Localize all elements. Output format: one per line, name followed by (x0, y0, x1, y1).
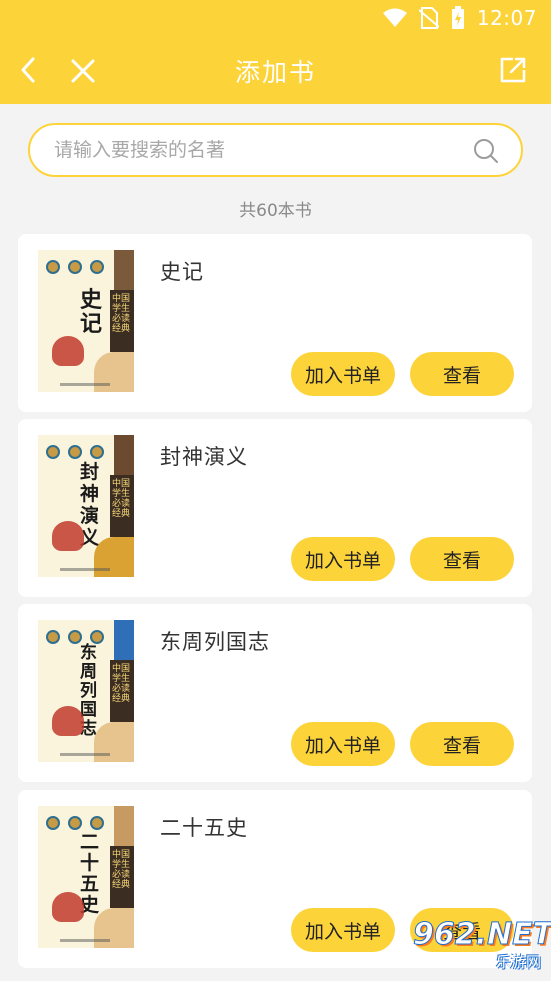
cover-publisher-line (60, 939, 110, 942)
add-to-list-button[interactable]: 加入书单 (291, 537, 395, 581)
book-card: 中国学生必读经典 东周列国志 东周列国志 加入书单 查看 (18, 604, 532, 782)
add-to-list-button[interactable]: 加入书单 (291, 908, 395, 952)
cover-band: 中国学生必读经典 (110, 846, 134, 908)
chevron-left-icon (21, 57, 35, 83)
cover-illustration (52, 706, 84, 736)
cover-portraits (46, 260, 104, 274)
book-title[interactable]: 封神演义 (160, 441, 248, 471)
view-button[interactable]: 查看 (410, 722, 514, 766)
share-button[interactable] (497, 54, 529, 86)
book-card: 中国学生必读经典 史记 史记 加入书单 查看 (18, 234, 532, 412)
watermark-subtitle: 乐游网 (495, 953, 541, 971)
book-cover[interactable]: 中国学生必读经典 东周列国志 (38, 620, 134, 762)
wifi-icon (382, 8, 407, 27)
cover-cloud (94, 352, 134, 392)
no-sim-icon (418, 7, 439, 29)
cover-band-text: 中国学生必读经典 (112, 850, 131, 890)
close-button[interactable] (66, 54, 100, 88)
watermark-logo: 962.NET (412, 917, 551, 953)
book-cover[interactable]: 中国学生必读经典 封神演义 (38, 435, 134, 577)
cover-publisher-line (60, 568, 110, 571)
status-time: 12:07 (476, 6, 537, 30)
cover-publisher-line (60, 383, 110, 386)
cover-illustration (52, 336, 84, 366)
back-button[interactable] (12, 54, 44, 86)
add-to-list-button[interactable]: 加入书单 (291, 352, 395, 396)
book-card: 中国学生必读经典 封神演义 封神演义 加入书单 查看 (18, 419, 532, 597)
book-title[interactable]: 二十五史 (160, 812, 248, 842)
add-to-list-button[interactable]: 加入书单 (291, 722, 395, 766)
cover-publisher-line (60, 753, 110, 756)
cover-portraits (46, 816, 104, 830)
share-icon (500, 57, 526, 83)
status-bar: 12:07 (382, 6, 537, 30)
cover-cloud (94, 722, 134, 762)
book-cover[interactable]: 中国学生必读经典 史记 (38, 250, 134, 392)
cover-band: 中国学生必读经典 (110, 475, 134, 537)
cover-band-text: 中国学生必读经典 (112, 294, 131, 334)
book-cover[interactable]: 中国学生必读经典 二十五史 (38, 806, 134, 948)
cover-band: 中国学生必读经典 (110, 290, 134, 352)
book-title[interactable]: 史记 (160, 256, 204, 286)
cover-cloud (94, 908, 134, 948)
cover-portraits (46, 630, 104, 644)
view-button[interactable]: 查看 (410, 352, 514, 396)
cover-band-text: 中国学生必读经典 (112, 479, 131, 519)
cover-cloud (94, 537, 134, 577)
search-bar (28, 123, 523, 177)
book-count: 共60本书 (239, 201, 312, 221)
close-icon (71, 59, 95, 83)
cover-band-text: 中国学生必读经典 (112, 664, 131, 704)
battery-charging-icon (451, 6, 464, 29)
cover-illustration (52, 521, 84, 551)
cover-title: 史记 (80, 287, 103, 337)
book-title[interactable]: 东周列国志 (160, 626, 270, 656)
search-icon[interactable] (473, 138, 499, 164)
app-header: 12:07 添加书 (0, 0, 551, 104)
view-button[interactable]: 查看 (410, 537, 514, 581)
cover-band: 中国学生必读经典 (110, 660, 134, 722)
watermark: 962.NET 乐游网 (412, 917, 551, 973)
cover-illustration (52, 892, 84, 922)
search-input[interactable] (54, 125, 474, 175)
cover-portraits (46, 445, 104, 459)
